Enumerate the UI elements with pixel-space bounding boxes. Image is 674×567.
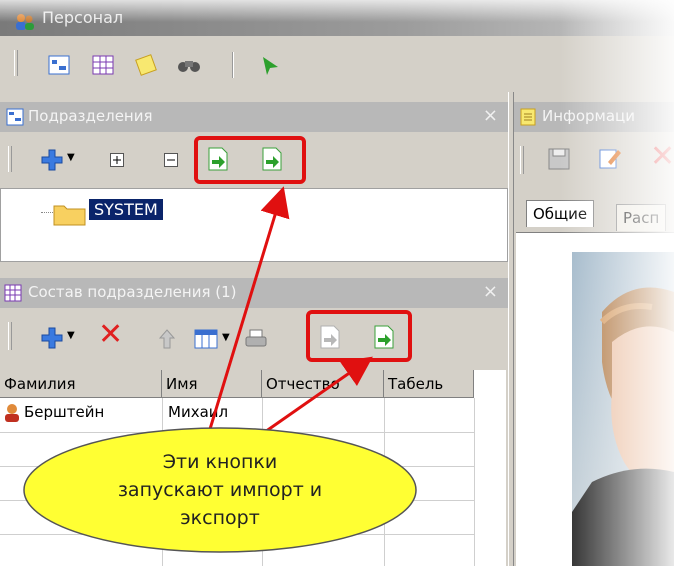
callout-line-1: Эти кнопки xyxy=(162,451,278,473)
callout-line-2: запускают импорт и xyxy=(117,479,323,501)
callout-line-3: экспорт xyxy=(180,507,260,529)
callout-bubble: Эти кнопки запускают импорт и экспорт xyxy=(70,448,370,532)
